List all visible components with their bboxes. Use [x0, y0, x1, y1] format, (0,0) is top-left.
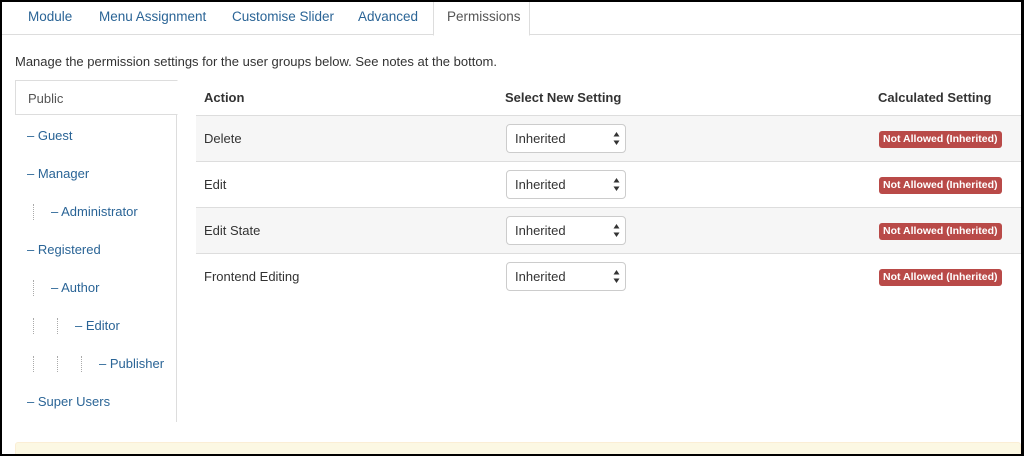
select-value: Inherited [515, 269, 566, 284]
setting-select[interactable]: Inherited [506, 124, 626, 153]
group-label: Public [28, 91, 64, 106]
tree-guide [81, 356, 82, 372]
calculated-badge: Not Allowed (Inherited) [879, 223, 1002, 240]
table-header: Action Select New Setting Calculated Set… [196, 80, 1021, 116]
group-editor[interactable]: – Editor [15, 308, 177, 344]
tab-menu-assignment[interactable]: Menu Assignment [86, 2, 219, 35]
group-registered[interactable]: – Registered [15, 232, 177, 268]
group-label: – Registered [27, 242, 101, 257]
tab-module[interactable]: Module [15, 2, 85, 35]
select-value: Inherited [515, 223, 566, 238]
user-group-nav: Public – Guest – Manager – Administrator… [15, 80, 178, 422]
group-super-users[interactable]: – Super Users [15, 384, 177, 420]
header-calculated-setting: Calculated Setting [878, 90, 992, 105]
table-row: Edit Inherited Not Allowed (Inherited) [196, 162, 1021, 208]
action-label: Delete [204, 131, 242, 146]
tree-guide [33, 318, 34, 334]
select-arrows-icon [613, 132, 620, 145]
group-label: – Editor [75, 318, 120, 333]
setting-select[interactable]: Inherited [506, 216, 626, 245]
select-value: Inherited [515, 177, 566, 192]
table-row: Frontend Editing Inherited Not Allowed (… [196, 254, 1021, 300]
group-label: – Administrator [51, 204, 138, 219]
tree-guide [57, 318, 58, 334]
permissions-table: Action Select New Setting Calculated Set… [196, 80, 1021, 300]
permissions-panel: Module Menu Assignment Customise Slider … [2, 2, 1021, 454]
calculated-badge: Not Allowed (Inherited) [879, 177, 1002, 194]
action-label: Frontend Editing [204, 269, 300, 284]
table-row: Delete Inherited Not Allowed (Inherited) [196, 116, 1021, 162]
setting-select[interactable]: Inherited [506, 262, 626, 291]
setting-select[interactable]: Inherited [506, 170, 626, 199]
calculated-badge: Not Allowed (Inherited) [879, 131, 1002, 148]
tree-guide [33, 356, 34, 372]
header-select-new-setting: Select New Setting [505, 90, 622, 105]
group-guest[interactable]: – Guest [15, 118, 177, 154]
group-publisher[interactable]: – Publisher [15, 346, 177, 382]
action-label: Edit [204, 177, 227, 192]
tab-bar: Module Menu Assignment Customise Slider … [2, 2, 1021, 36]
tree-guide [33, 204, 34, 220]
header-action: Action [204, 90, 245, 105]
group-public[interactable]: Public [15, 80, 178, 115]
select-value: Inherited [515, 131, 566, 146]
group-label: – Super Users [27, 394, 111, 409]
select-arrows-icon [613, 224, 620, 237]
group-label: – Manager [27, 166, 90, 181]
group-administrator[interactable]: – Administrator [15, 194, 177, 230]
tab-advanced[interactable]: Advanced [345, 2, 431, 35]
group-label: – Guest [27, 128, 73, 143]
group-author[interactable]: – Author [15, 270, 177, 306]
group-manager[interactable]: – Manager [15, 156, 177, 192]
calculated-badge: Not Allowed (Inherited) [879, 269, 1002, 286]
tab-permissions[interactable]: Permissions [433, 2, 530, 36]
select-arrows-icon [613, 178, 620, 191]
select-arrows-icon [613, 270, 620, 283]
intro-text: Manage the permission settings for the u… [15, 54, 498, 69]
tab-customise-slider[interactable]: Customise Slider [219, 2, 347, 35]
tree-guide [33, 280, 34, 296]
table-row: Edit State Inherited Not Allowed (Inheri… [196, 208, 1021, 254]
group-label: – Publisher [99, 356, 165, 371]
group-label: – Author [51, 280, 100, 295]
tree-guide [57, 356, 58, 372]
action-label: Edit State [204, 223, 261, 238]
notes-alert [15, 442, 1021, 454]
